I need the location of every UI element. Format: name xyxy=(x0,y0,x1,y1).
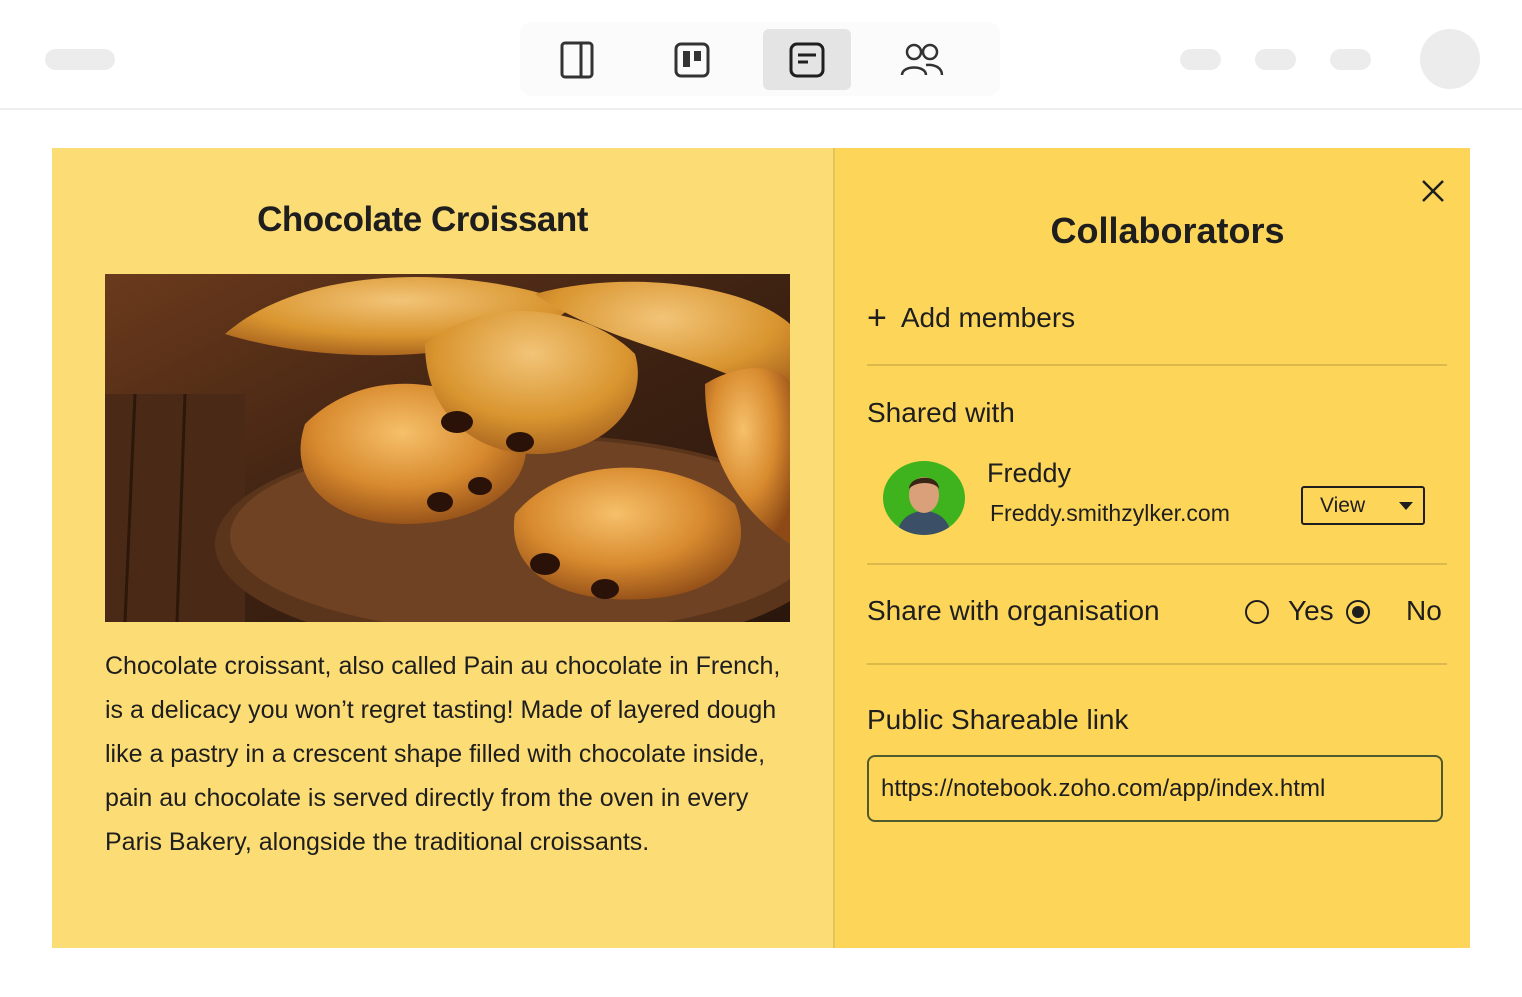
tab-note-view[interactable] xyxy=(763,29,851,90)
collaborators-panel: Collaborators + Add members Shared with … xyxy=(835,148,1470,948)
public-link-field[interactable]: https://notebook.zoho.com/app/index.html xyxy=(867,755,1443,822)
collaborators-icon xyxy=(900,43,944,75)
radio-selected-dot xyxy=(1352,606,1364,618)
permission-dropdown[interactable]: View xyxy=(1301,486,1425,525)
public-link-label: Public Shareable link xyxy=(867,704,1129,735)
divider xyxy=(867,364,1447,366)
view-switcher xyxy=(520,22,1000,96)
user-avatar[interactable] xyxy=(1420,29,1480,89)
caret-down-icon xyxy=(1399,502,1413,510)
share-org-no-radio[interactable] xyxy=(1346,600,1370,624)
divider xyxy=(867,563,1447,565)
note-card-icon xyxy=(789,42,825,77)
note-card: Chocolate Croissant Chocolate croissant,… xyxy=(52,148,1470,948)
note-body: Chocolate croissant, also called Pain au… xyxy=(105,652,781,856)
croissant-photo xyxy=(105,274,790,622)
placeholder-action-3 xyxy=(1330,49,1371,70)
add-members-label: Add members xyxy=(900,302,1076,333)
divider xyxy=(867,663,1447,665)
placeholder-action-1 xyxy=(1180,49,1221,70)
tab-board-view[interactable] xyxy=(648,29,736,90)
add-members-button[interactable]: + Add members xyxy=(867,296,1075,340)
member-avatar xyxy=(883,461,965,535)
plus-icon: + xyxy=(867,299,887,337)
board-view-icon xyxy=(674,42,710,77)
close-button[interactable] xyxy=(1418,176,1448,206)
note-title: Chocolate Croissant xyxy=(257,200,588,239)
share-org-yes-label[interactable]: Yes xyxy=(1288,595,1334,627)
share-org-label: Share with organisation xyxy=(867,595,1160,626)
note-panel: Chocolate Croissant Chocolate croissant,… xyxy=(52,148,835,948)
shared-with-label: Shared with xyxy=(867,397,1015,428)
placeholder-action-2 xyxy=(1255,49,1296,70)
share-org-no-label[interactable]: No xyxy=(1406,595,1442,627)
permission-value: View xyxy=(1320,493,1366,517)
tab-collaborators-view[interactable] xyxy=(878,29,966,90)
sidebar-panel-icon xyxy=(560,41,594,78)
tab-sidebar-view[interactable] xyxy=(533,29,621,90)
placeholder-title xyxy=(45,49,115,70)
share-org-yes-radio[interactable] xyxy=(1245,600,1269,624)
member-email: Freddy.smithzylker.com xyxy=(990,500,1230,526)
member-name: Freddy xyxy=(987,458,1072,488)
collaborators-title: Collaborators xyxy=(1050,210,1285,251)
close-icon xyxy=(1422,180,1444,202)
top-bar xyxy=(0,0,1522,110)
